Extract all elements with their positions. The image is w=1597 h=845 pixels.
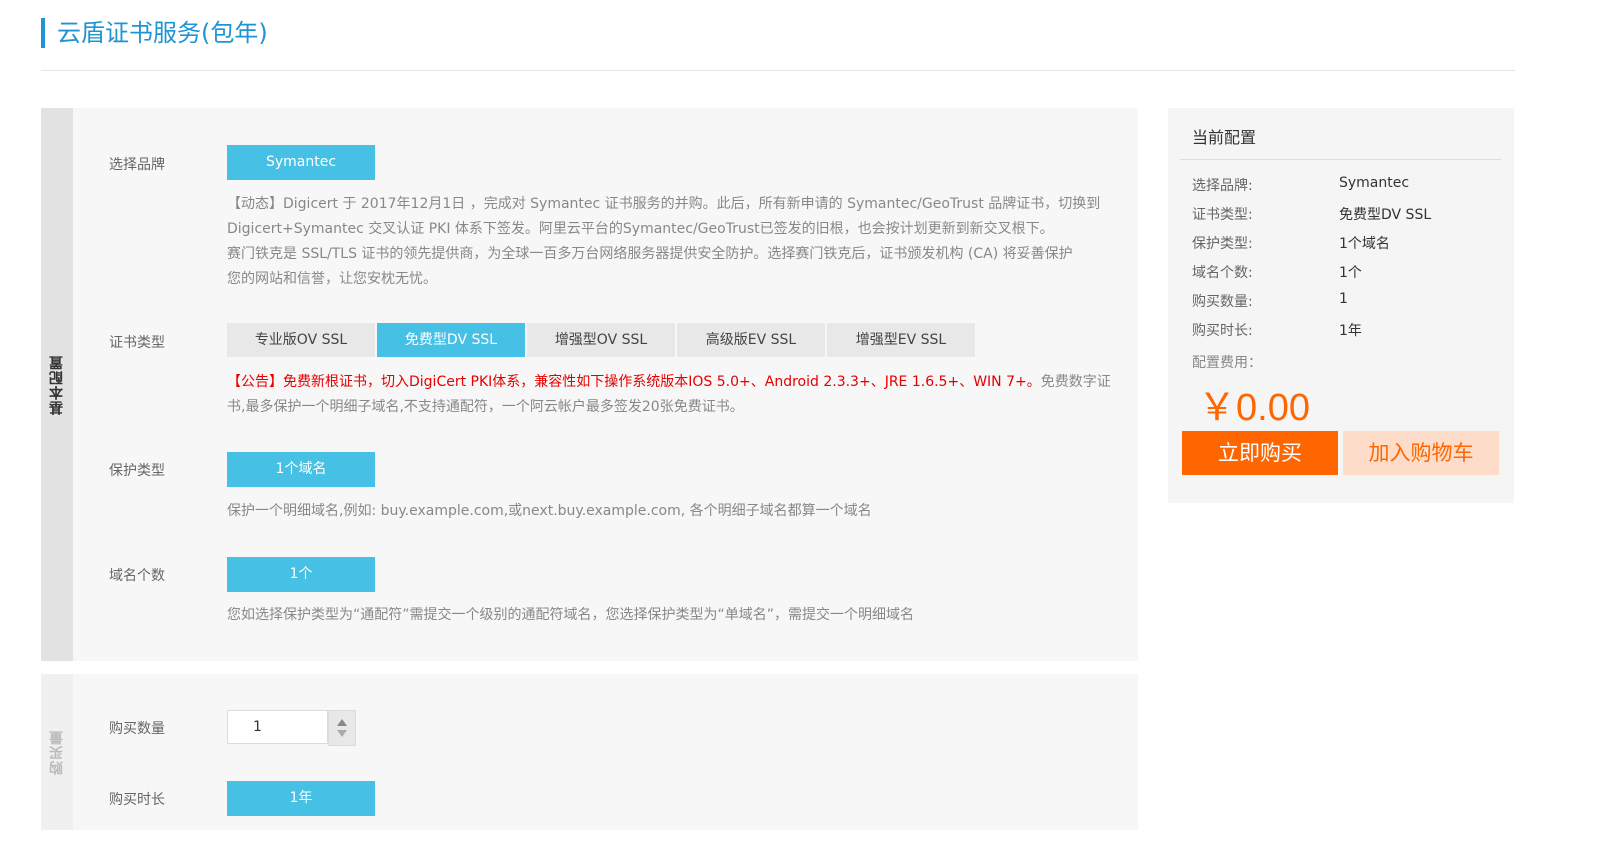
brand-desc-line: Digicert+Symantec 交叉认证 PKI 体系下签发。阿里云平台的S… bbox=[227, 221, 1054, 237]
protect-single-domain-button[interactable]: 1个域名 bbox=[227, 452, 375, 487]
summary-title: 当前配置 bbox=[1192, 128, 1257, 147]
domain-count-description: 您如选择保护类型为“通配符”需提交一个级别的通配符域名，您选择保护类型为“单域名… bbox=[227, 607, 915, 623]
basic-config-section: 基本配置 选择品牌 Symantec 【动态】Digicert 于 2017年1… bbox=[41, 108, 1138, 661]
cert-type-enhanced-ov[interactable]: 增强型OV SSL bbox=[527, 323, 675, 357]
cert-type-pro-ov[interactable]: 专业版OV SSL bbox=[227, 323, 375, 357]
summary-value: 1 bbox=[1339, 291, 1348, 307]
quantity-label: 购买数量 bbox=[109, 721, 165, 737]
notice-text: 免费数字证 bbox=[1040, 374, 1111, 390]
purchase-section: 购买量 购买数量 购买时长 1年 bbox=[41, 674, 1138, 830]
summary-value: Symantec bbox=[1339, 175, 1410, 191]
duration-1-year-button[interactable]: 1年 bbox=[227, 781, 375, 816]
cert-type-label: 证书类型 bbox=[109, 335, 165, 351]
add-to-cart-button[interactable]: 加入购物车 bbox=[1343, 431, 1499, 475]
summary-value: 免费型DV SSL bbox=[1339, 207, 1432, 223]
summary-value: 1个 bbox=[1339, 265, 1362, 281]
brand-label: 选择品牌 bbox=[109, 157, 165, 173]
buy-now-button[interactable]: 立即购买 bbox=[1182, 431, 1338, 475]
protect-type-description: 保护一个明细域名,例如: buy.example.com,或next.buy.e… bbox=[227, 503, 872, 519]
domain-count-label: 域名个数 bbox=[109, 568, 165, 584]
cert-type-free-dv[interactable]: 免费型DV SSL bbox=[377, 323, 525, 357]
quantity-input[interactable] bbox=[227, 710, 328, 744]
page-title: 云盾证书服务(包年) bbox=[41, 18, 268, 48]
summary-key: 选择品牌: bbox=[1192, 178, 1253, 194]
brand-desc-line: 【动态】Digicert 于 2017年12月1日 ，完成对 Symantec … bbox=[227, 196, 1101, 212]
title-divider bbox=[41, 70, 1515, 71]
notice-red-text: 【公告】免费新根证书，切入DigiCert PKI体系，兼容性如下操作系统版本I… bbox=[227, 374, 1041, 390]
summary-key: 购买数量: bbox=[1192, 294, 1253, 310]
domain-count-button[interactable]: 1个 bbox=[227, 557, 375, 592]
summary-value: 1个域名 bbox=[1339, 236, 1390, 252]
section-side-label: 基本配置 bbox=[41, 108, 73, 661]
section-side-text: 购买量 bbox=[49, 729, 65, 775]
cert-type-enhanced-ev[interactable]: 增强型EV SSL bbox=[827, 323, 975, 357]
section-side-text: 基本配置 bbox=[49, 354, 65, 415]
summary-key: 证书类型: bbox=[1192, 207, 1253, 223]
price-value: ￥0.00 bbox=[1198, 387, 1310, 429]
brand-description: 【动态】Digicert 于 2017年12月1日 ，完成对 Symantec … bbox=[227, 192, 1127, 292]
notice-text-line2: 书,最多保护一个明细子域名,不支持通配符，一个阿云帐户最多签发20张免费证书。 bbox=[227, 399, 744, 415]
increment-icon[interactable] bbox=[337, 719, 347, 726]
summary-divider bbox=[1180, 159, 1501, 160]
fee-label: 配置费用： bbox=[1192, 355, 1262, 371]
duration-label: 购买时长 bbox=[109, 792, 165, 808]
summary-key: 域名个数: bbox=[1192, 265, 1253, 281]
summary-value: 1年 bbox=[1339, 323, 1362, 339]
summary-key: 购买时长: bbox=[1192, 323, 1253, 339]
summary-key: 保护类型: bbox=[1192, 236, 1253, 252]
current-config-panel: 当前配置 选择品牌: Symantec 证书类型: 免费型DV SSL 保护类型… bbox=[1168, 108, 1514, 503]
cert-type-notice: 【公告】免费新根证书，切入DigiCert PKI体系，兼容性如下操作系统版本I… bbox=[227, 370, 1127, 420]
protect-type-label: 保护类型 bbox=[109, 463, 165, 479]
cert-type-tabs: 专业版OV SSL 免费型DV SSL 增强型OV SSL 高级版EV SSL … bbox=[227, 323, 977, 357]
section-side-label: 购买量 bbox=[41, 674, 73, 830]
brand-symantec-button[interactable]: Symantec bbox=[227, 145, 375, 180]
decrement-icon[interactable] bbox=[337, 730, 347, 737]
brand-desc-line: 您的网站和信誉，让您安枕无忧。 bbox=[227, 271, 437, 287]
quantity-stepper bbox=[227, 710, 357, 746]
cert-type-advanced-ev[interactable]: 高级版EV SSL bbox=[677, 323, 825, 357]
quantity-spinner bbox=[328, 710, 356, 746]
brand-desc-line: 赛门铁克是 SSL/TLS 证书的领先提供商，为全球一百多万台网络服务器提供安全… bbox=[227, 246, 1073, 262]
